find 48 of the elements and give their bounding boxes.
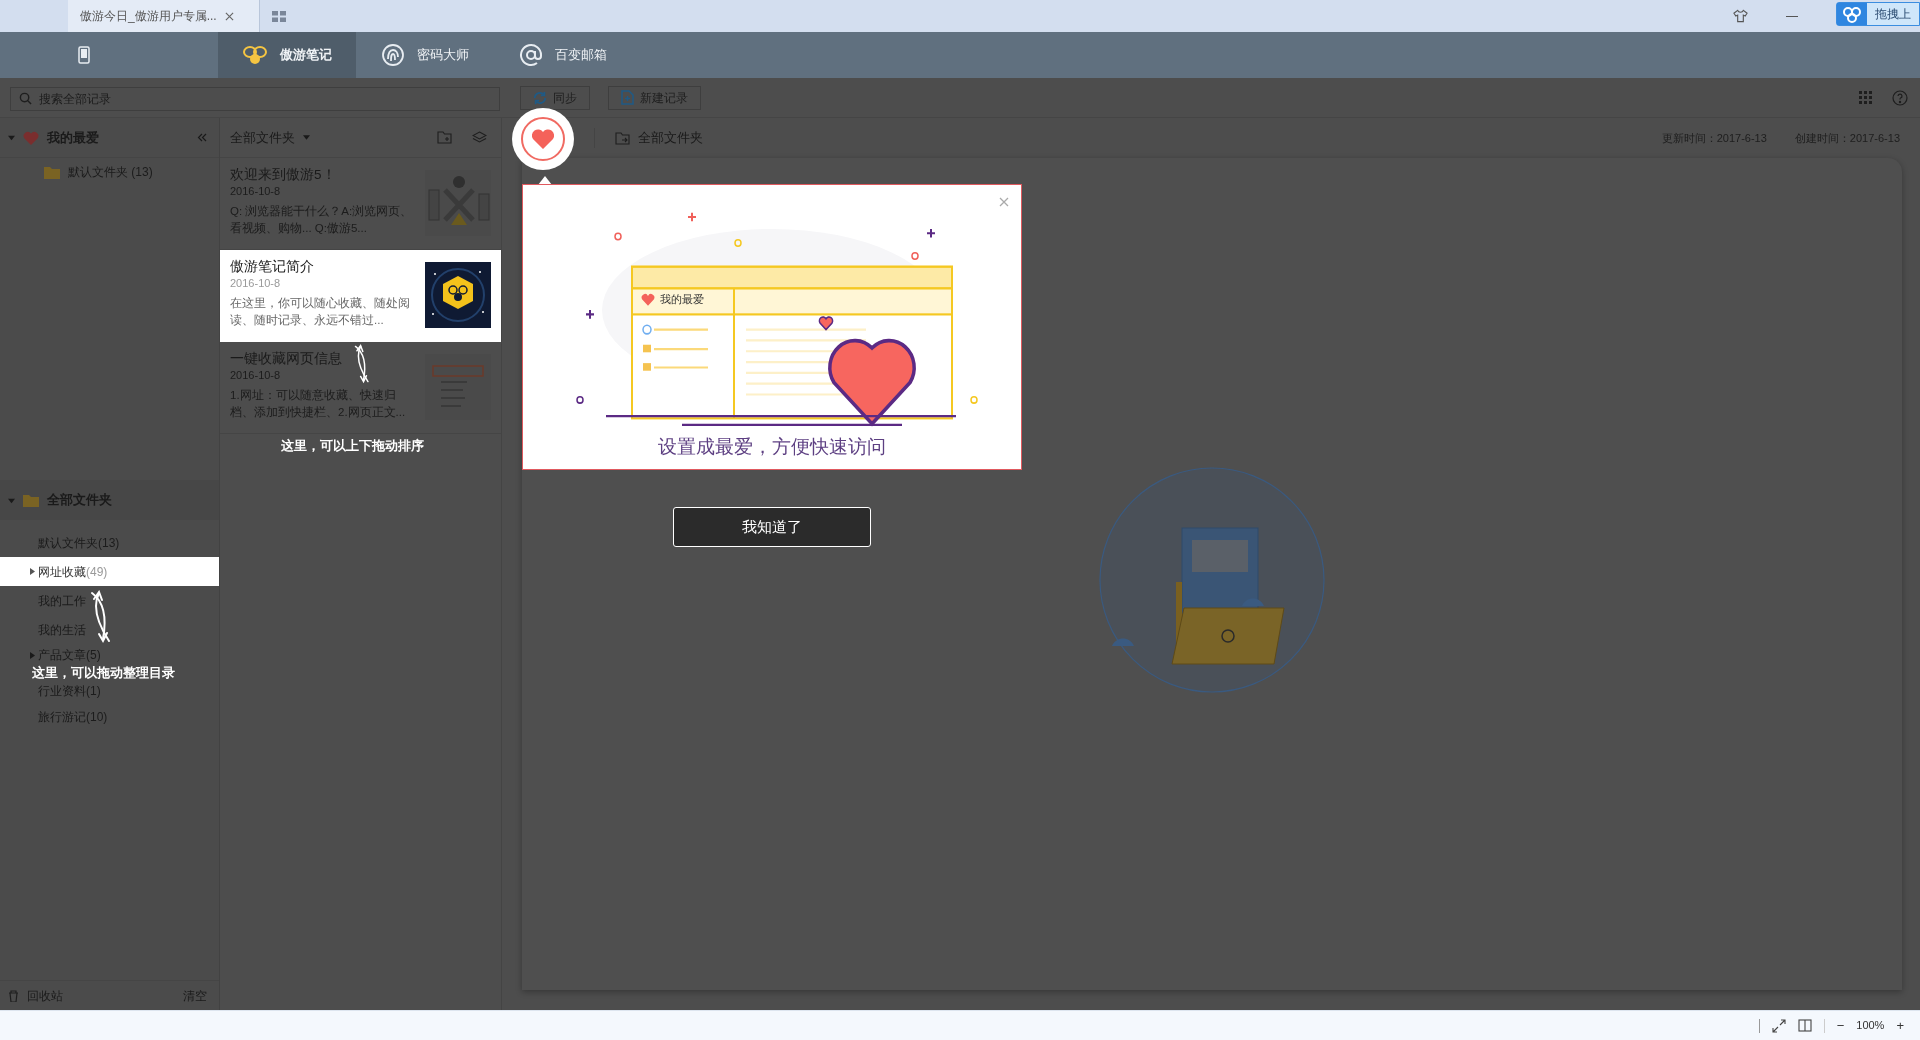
new-folder-icon[interactable] bbox=[437, 131, 452, 144]
note-item[interactable]: 傲游笔记简介 2016-10-8 在这里，你可以随心收藏、随处阅读、随时记录、永远不错过... bbox=[220, 250, 501, 342]
thumbnail-drawing bbox=[425, 262, 491, 328]
expand-caret-icon[interactable] bbox=[8, 496, 15, 504]
folder-item[interactable]: 网址收藏(49) bbox=[0, 557, 219, 586]
browser-tab[interactable]: 傲游今日_傲游用户专属... bbox=[68, 0, 260, 32]
help-icon[interactable] bbox=[1892, 89, 1908, 106]
zoom-in-button[interactable]: + bbox=[1896, 1015, 1904, 1036]
cloud-button[interactable]: 拖拽上 bbox=[1836, 2, 1920, 26]
trash-icon bbox=[8, 989, 19, 1002]
illustration-label: 我的最爱 bbox=[660, 292, 704, 307]
zoom-level: 100% bbox=[1856, 1018, 1885, 1034]
note-snippet: 在这里，你可以随心收藏、随处阅读、随时记录、永远不错过... bbox=[230, 296, 411, 328]
folder-move-icon[interactable] bbox=[615, 131, 630, 145]
search-icon bbox=[19, 91, 32, 105]
heart-icon bbox=[23, 130, 39, 145]
expand-caret-icon[interactable] bbox=[8, 134, 15, 141]
cloud-icon bbox=[1837, 3, 1867, 25]
minimize-icon[interactable] bbox=[1786, 15, 1798, 17]
split-view-icon[interactable] bbox=[1797, 1019, 1812, 1032]
shirt-icon[interactable] bbox=[1733, 9, 1748, 23]
new-document-icon bbox=[621, 90, 634, 105]
expand-arrow-icon[interactable] bbox=[30, 568, 35, 575]
phone-icon[interactable] bbox=[78, 46, 90, 64]
drag-hint-text: 这里，可以上下拖动排序 bbox=[281, 438, 424, 453]
got-it-button[interactable]: 我知道了 bbox=[673, 507, 871, 547]
guide-caption: 设置成最爱，方便快速访问 bbox=[658, 435, 886, 459]
at-sign-icon bbox=[519, 43, 543, 67]
grid-icon[interactable] bbox=[272, 10, 286, 22]
note-date: 2016-10-8 bbox=[230, 276, 281, 291]
layers-icon[interactable] bbox=[472, 131, 487, 144]
zoom-out-button[interactable]: − bbox=[1836, 1015, 1845, 1036]
drag-hint-text: 这里，可以拖动整理目录 bbox=[31, 666, 176, 680]
close-icon[interactable] bbox=[224, 11, 234, 21]
folder-icon bbox=[44, 165, 60, 179]
collapse-icon[interactable] bbox=[197, 133, 207, 142]
sync-icon bbox=[533, 90, 547, 105]
bee-icon bbox=[242, 44, 268, 66]
fingerprint-icon bbox=[381, 43, 405, 67]
apps-grid-icon[interactable] bbox=[1859, 91, 1872, 104]
folder-icon bbox=[23, 493, 39, 507]
dropdown-caret-icon[interactable] bbox=[303, 135, 310, 140]
nav-tab[interactable]: 百变邮箱 bbox=[494, 32, 632, 78]
note-title: 傲游笔记简介 bbox=[230, 258, 314, 276]
nav-tab[interactable]: 傲游笔记 bbox=[218, 32, 356, 78]
close-icon[interactable] bbox=[999, 197, 1009, 207]
nav-tab[interactable]: 密码大师 bbox=[356, 32, 494, 78]
fullscreen-icon[interactable] bbox=[1771, 1018, 1786, 1033]
